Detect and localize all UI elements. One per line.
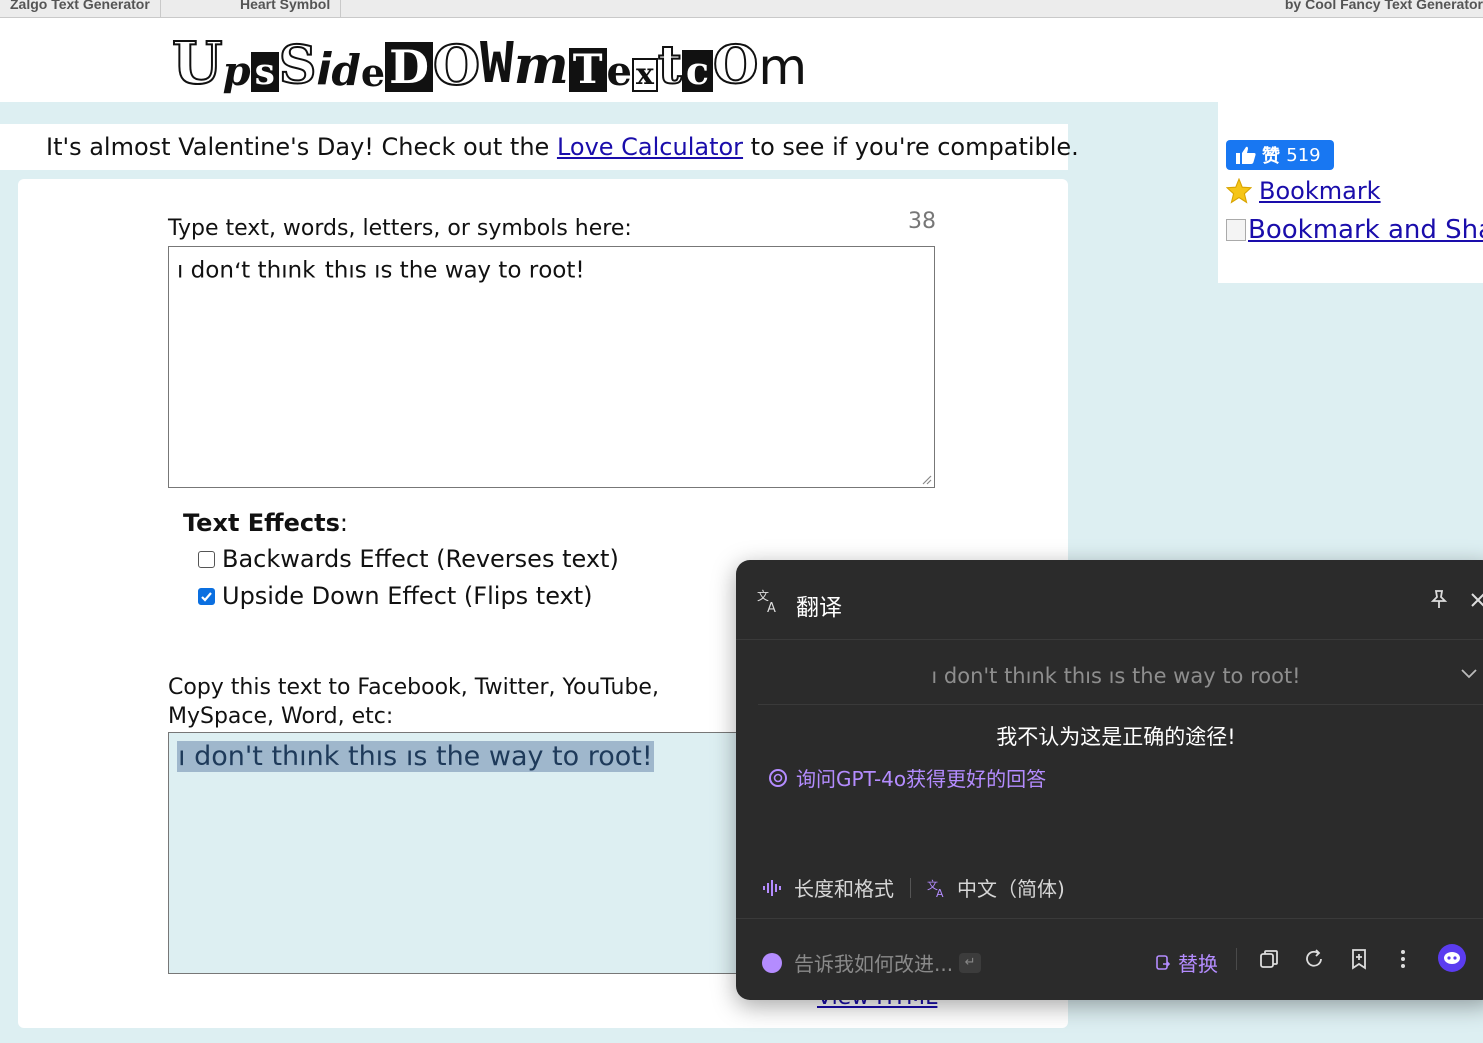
footer-divider bbox=[736, 918, 1483, 919]
source-divider bbox=[758, 704, 1483, 705]
openai-icon bbox=[769, 768, 787, 787]
backwards-label: Backwards Effect (Reverses text) bbox=[222, 545, 619, 573]
broken-image-icon bbox=[1226, 219, 1246, 241]
upside-down-effect-option[interactable]: Upside Down Effect (Flips text) bbox=[198, 582, 593, 610]
like-label: 赞 bbox=[1262, 146, 1280, 167]
ask-gpt-label: 询问GPT-4o获得更好的回答 bbox=[796, 767, 1047, 791]
replace-icon bbox=[1156, 954, 1171, 970]
target-language-option[interactable]: 中文（简体) bbox=[957, 873, 1065, 902]
bookmark-link[interactable]: Bookmark bbox=[1259, 177, 1381, 205]
chevron-down-icon[interactable] bbox=[1460, 668, 1478, 680]
like-count: 519 bbox=[1286, 144, 1321, 166]
input-textarea[interactable]: ¡ʇooɹ oʇ ʎɐʍ ǝɥʇ sı sıɥʇ ʞuıɥʇ ʇ,uop ı bbox=[168, 246, 935, 488]
input-label: Type text, words, letters, or symbols he… bbox=[168, 216, 632, 241]
facebook-like-button[interactable]: 赞 519 bbox=[1226, 140, 1334, 170]
source-text: ı don't thınk thıs ıs the way to root! bbox=[931, 664, 1301, 688]
length-format-option[interactable]: 长度和格式 bbox=[794, 873, 894, 902]
valentine-notice: It's almost Valentine's Day! Check out t… bbox=[0, 124, 1079, 170]
backwards-checkbox[interactable] bbox=[198, 550, 215, 568]
replace-button[interactable]: 替换 bbox=[1154, 948, 1218, 977]
bookmark-item[interactable]: Bookmark bbox=[1226, 177, 1381, 205]
bookmark-share-item[interactable]: Bookmark and Share bbox=[1226, 215, 1483, 245]
love-calculator-link[interactable]: Love Calculator bbox=[557, 133, 743, 161]
audio-wave-icon bbox=[763, 879, 781, 896]
notice-text-before: It's almost Valentine's Day! Check out t… bbox=[46, 133, 557, 161]
upside-down-label: Upside Down Effect (Flips text) bbox=[222, 582, 593, 610]
resize-grip-icon[interactable] bbox=[920, 473, 932, 485]
text-effects-heading: Text Effects: bbox=[183, 509, 348, 537]
site-logo[interactable]: U p s S i d e D O W m T e x t c O m bbox=[171, 32, 807, 93]
translation-options: 长度和格式 文 A 中文（简体) bbox=[762, 873, 1065, 902]
copy-icon[interactable] bbox=[1258, 948, 1280, 970]
pin-icon[interactable] bbox=[1428, 588, 1450, 610]
toolbar-separator bbox=[1236, 948, 1237, 970]
assistant-avatar[interactable] bbox=[1438, 944, 1466, 972]
checkmark-icon bbox=[201, 591, 212, 602]
feedback-placeholder: 告诉我如何改进... bbox=[794, 952, 954, 976]
feedback-input[interactable]: 告诉我如何改进... ↵ bbox=[762, 948, 982, 977]
text-effects-title: Text Effects bbox=[183, 509, 340, 537]
bookmark-share-link[interactable]: Bookmark and Share bbox=[1248, 215, 1483, 245]
svg-text:A: A bbox=[767, 601, 776, 614]
enter-key-icon: ↵ bbox=[959, 952, 982, 973]
thumbs-up-icon bbox=[1236, 146, 1256, 164]
upside-down-checkbox[interactable] bbox=[198, 587, 215, 605]
svg-text:A: A bbox=[936, 887, 944, 898]
nav-credit-link[interactable]: by Cool Fancy Text Generator bbox=[1285, 0, 1483, 14]
notice-text-after: to see if you're compatible. bbox=[743, 133, 1079, 161]
assistant-face-icon bbox=[762, 952, 782, 973]
bookmark-add-icon[interactable] bbox=[1348, 948, 1370, 970]
output-selected-text: ı don't thınk thıs ıs the way to root! bbox=[177, 741, 654, 772]
language-icon: 文 A bbox=[927, 878, 944, 898]
translate-icon: 文 A bbox=[757, 588, 776, 614]
close-icon[interactable] bbox=[1468, 590, 1483, 610]
star-icon bbox=[1226, 178, 1252, 204]
translation-result: 我不认为这是正确的途径! bbox=[996, 725, 1236, 749]
text-effects-colon: : bbox=[339, 509, 348, 537]
translate-panel: 文 A 翻译 ı don't thınk thıs ıs the way to … bbox=[736, 560, 1483, 1000]
translate-panel-header: 文 A 翻译 bbox=[736, 560, 1483, 640]
refresh-icon[interactable] bbox=[1303, 948, 1325, 970]
ask-gpt-link[interactable]: 询问GPT-4o获得更好的回答 bbox=[768, 763, 1046, 792]
nav-tab-heart-symbol[interactable]: Heart Symbol bbox=[230, 0, 342, 17]
header: U p s S i d e D O W m T e x t c O m bbox=[0, 18, 1218, 102]
character-counter: 38 bbox=[908, 209, 936, 234]
backwards-effect-option[interactable]: Backwards Effect (Reverses text) bbox=[198, 545, 619, 573]
more-options-icon[interactable] bbox=[1396, 948, 1410, 970]
bot-face-icon bbox=[1444, 952, 1460, 964]
options-separator bbox=[910, 877, 911, 898]
top-nav: Zalgo Text Generator Heart Symbol by Coo… bbox=[0, 0, 1483, 18]
translate-title: 翻译 bbox=[796, 595, 842, 621]
output-label: Copy this text to Facebook, Twitter, You… bbox=[168, 675, 659, 729]
replace-label: 替换 bbox=[1178, 952, 1218, 976]
input-text: ¡ʇooɹ oʇ ʎɐʍ ǝɥʇ sı sıɥʇ ʞuıɥʇ ʇ,uop ı bbox=[177, 259, 585, 285]
nav-tab-zalgo[interactable]: Zalgo Text Generator bbox=[0, 0, 161, 17]
